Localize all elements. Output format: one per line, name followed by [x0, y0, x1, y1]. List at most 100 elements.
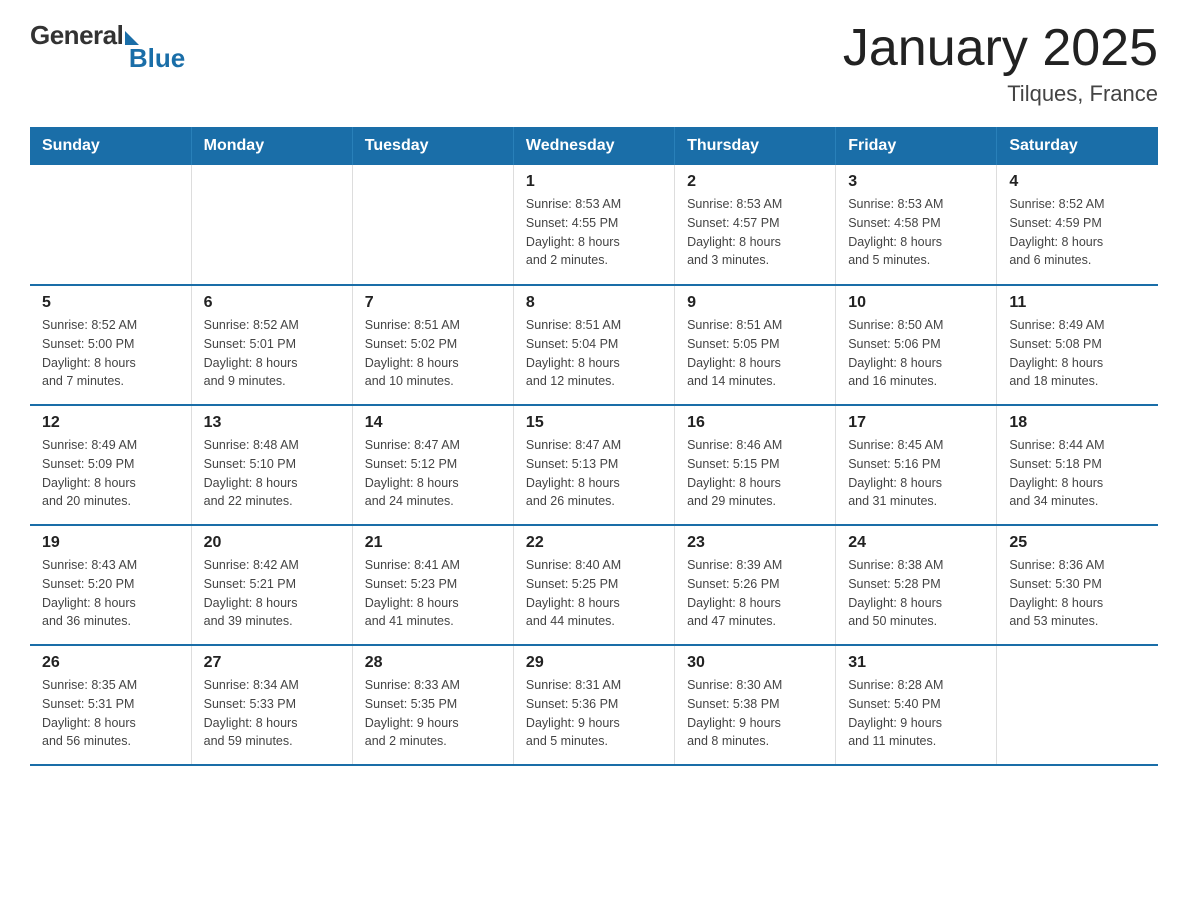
calendar-cell: 16 Sunrise: 8:46 AM Sunset: 5:15 PM Dayli…: [675, 405, 836, 525]
calendar-cell: 2 Sunrise: 8:53 AM Sunset: 4:57 PM Daylig…: [675, 165, 836, 285]
calendar-cell: [30, 165, 191, 285]
day-info: Sunrise: 8:46 AM Sunset: 5:15 PM Dayligh…: [687, 436, 823, 511]
day-info: Sunrise: 8:50 AM Sunset: 5:06 PM Dayligh…: [848, 316, 984, 391]
calendar-cell: 6Sunrise: 8:52 AM Sunset: 5:01 PM Daylig…: [191, 285, 352, 405]
calendar-cell: 12Sunrise: 8:49 AM Sunset: 5:09 PM Dayli…: [30, 405, 191, 525]
calendar-cell: 17 Sunrise: 8:45 AM Sunset: 5:16 PM Dayli…: [836, 405, 997, 525]
calendar-cell: 18 Sunrise: 8:44 AM Sunset: 5:18 PM Dayli…: [997, 405, 1158, 525]
calendar-cell: 4 Sunrise: 8:52 AM Sunset: 4:59 PM Daylig…: [997, 165, 1158, 285]
day-number: 17: [848, 414, 984, 432]
calendar-cell: 22 Sunrise: 8:40 AM Sunset: 5:25 PM Dayli…: [513, 525, 674, 645]
calendar-cell: 26Sunrise: 8:35 AM Sunset: 5:31 PM Dayli…: [30, 645, 191, 765]
calendar-cell: 3Sunrise: 8:53 AM Sunset: 4:58 PM Daylig…: [836, 165, 997, 285]
calendar-cell: 8Sunrise: 8:51 AM Sunset: 5:04 PM Daylig…: [513, 285, 674, 405]
day-number: 23: [687, 534, 823, 552]
calendar-cell: 21Sunrise: 8:41 AM Sunset: 5:23 PM Dayli…: [352, 525, 513, 645]
day-info: Sunrise: 8:44 AM Sunset: 5:18 PM Dayligh…: [1009, 436, 1146, 511]
calendar-cell: 29 Sunrise: 8:31 AM Sunset: 5:36 PM Dayli…: [513, 645, 674, 765]
calendar-cell: 30 Sunrise: 8:30 AM Sunset: 5:38 PM Dayli…: [675, 645, 836, 765]
title-section: January 2025 Tilques, France: [843, 20, 1158, 107]
page-header: General General Blue January 2025 Tilque…: [30, 20, 1158, 107]
day-number: 22: [526, 534, 662, 552]
day-number: 28: [365, 654, 501, 672]
calendar-cell: 1 Sunrise: 8:53 AM Sunset: 4:55 PM Daylig…: [513, 165, 674, 285]
day-info: Sunrise: 8:43 AM Sunset: 5:20 PM Dayligh…: [42, 556, 179, 631]
calendar-cell: 20Sunrise: 8:42 AM Sunset: 5:21 PM Dayli…: [191, 525, 352, 645]
calendar-cell: 7 Sunrise: 8:51 AM Sunset: 5:02 PM Daylig…: [352, 285, 513, 405]
day-number: 30: [687, 654, 823, 672]
day-number: 10: [848, 294, 984, 312]
day-info: Sunrise: 8:42 AM Sunset: 5:21 PM Dayligh…: [204, 556, 340, 631]
day-info: Sunrise: 8:53 AM Sunset: 4:58 PM Dayligh…: [848, 195, 984, 270]
calendar-cell: 9 Sunrise: 8:51 AM Sunset: 5:05 PM Daylig…: [675, 285, 836, 405]
day-info: Sunrise: 8:30 AM Sunset: 5:38 PM Dayligh…: [687, 676, 823, 751]
location-label: Tilques, France: [843, 81, 1158, 107]
day-number: 9: [687, 294, 823, 312]
day-info: Sunrise: 8:47 AM Sunset: 5:13 PM Dayligh…: [526, 436, 662, 511]
day-info: Sunrise: 8:34 AM Sunset: 5:33 PM Dayligh…: [204, 676, 340, 751]
day-info: Sunrise: 8:52 AM Sunset: 5:01 PM Dayligh…: [204, 316, 340, 391]
day-number: 24: [848, 534, 984, 552]
day-number: 7: [365, 294, 501, 312]
day-number: 14: [365, 414, 501, 432]
calendar-cell: 11Sunrise: 8:49 AM Sunset: 5:08 PM Dayli…: [997, 285, 1158, 405]
day-number: 25: [1009, 534, 1146, 552]
calendar-cell: [191, 165, 352, 285]
calendar-week-row: 19 Sunrise: 8:43 AM Sunset: 5:20 PM Dayli…: [30, 525, 1158, 645]
calendar-cell: 23Sunrise: 8:39 AM Sunset: 5:26 PM Dayli…: [675, 525, 836, 645]
day-number: 31: [848, 654, 984, 672]
calendar-week-row: 1 Sunrise: 8:53 AM Sunset: 4:55 PM Daylig…: [30, 165, 1158, 285]
day-info: Sunrise: 8:52 AM Sunset: 4:59 PM Dayligh…: [1009, 195, 1146, 270]
day-number: 13: [204, 414, 340, 432]
day-number: 27: [204, 654, 340, 672]
day-number: 12: [42, 414, 179, 432]
day-info: Sunrise: 8:53 AM Sunset: 4:57 PM Dayligh…: [687, 195, 823, 270]
calendar-week-row: 12Sunrise: 8:49 AM Sunset: 5:09 PM Dayli…: [30, 405, 1158, 525]
calendar-cell: 24Sunrise: 8:38 AM Sunset: 5:28 PM Dayli…: [836, 525, 997, 645]
day-number: 4: [1009, 173, 1146, 191]
day-number: 5: [42, 294, 179, 312]
day-info: Sunrise: 8:51 AM Sunset: 5:04 PM Dayligh…: [526, 316, 662, 391]
calendar-cell: 5 Sunrise: 8:52 AM Sunset: 5:00 PM Daylig…: [30, 285, 191, 405]
calendar-cell: 19 Sunrise: 8:43 AM Sunset: 5:20 PM Dayli…: [30, 525, 191, 645]
calendar-cell: 27 Sunrise: 8:34 AM Sunset: 5:33 PM Dayli…: [191, 645, 352, 765]
column-header-sunday: Sunday: [30, 127, 191, 165]
month-title: January 2025: [843, 20, 1158, 77]
day-number: 19: [42, 534, 179, 552]
calendar-week-row: 26Sunrise: 8:35 AM Sunset: 5:31 PM Dayli…: [30, 645, 1158, 765]
day-number: 2: [687, 173, 823, 191]
column-header-wednesday: Wednesday: [513, 127, 674, 165]
calendar-cell: [352, 165, 513, 285]
day-number: 26: [42, 654, 179, 672]
column-header-tuesday: Tuesday: [352, 127, 513, 165]
day-info: Sunrise: 8:53 AM Sunset: 4:55 PM Dayligh…: [526, 195, 662, 270]
calendar-cell: 15 Sunrise: 8:47 AM Sunset: 5:13 PM Dayli…: [513, 405, 674, 525]
day-info: Sunrise: 8:28 AM Sunset: 5:40 PM Dayligh…: [848, 676, 984, 751]
day-number: 11: [1009, 294, 1146, 312]
logo: General General Blue: [30, 20, 185, 76]
day-info: Sunrise: 8:47 AM Sunset: 5:12 PM Dayligh…: [365, 436, 501, 511]
day-info: Sunrise: 8:41 AM Sunset: 5:23 PM Dayligh…: [365, 556, 501, 631]
column-header-friday: Friday: [836, 127, 997, 165]
day-number: 15: [526, 414, 662, 432]
day-number: 29: [526, 654, 662, 672]
calendar-cell: 25 Sunrise: 8:36 AM Sunset: 5:30 PM Dayli…: [997, 525, 1158, 645]
day-info: Sunrise: 8:40 AM Sunset: 5:25 PM Dayligh…: [526, 556, 662, 631]
day-info: Sunrise: 8:51 AM Sunset: 5:02 PM Dayligh…: [365, 316, 501, 391]
calendar-week-row: 5 Sunrise: 8:52 AM Sunset: 5:00 PM Daylig…: [30, 285, 1158, 405]
day-number: 1: [526, 173, 662, 191]
day-number: 18: [1009, 414, 1146, 432]
day-info: Sunrise: 8:36 AM Sunset: 5:30 PM Dayligh…: [1009, 556, 1146, 631]
day-info: Sunrise: 8:48 AM Sunset: 5:10 PM Dayligh…: [204, 436, 340, 511]
day-info: Sunrise: 8:45 AM Sunset: 5:16 PM Dayligh…: [848, 436, 984, 511]
calendar-cell: 13 Sunrise: 8:48 AM Sunset: 5:10 PM Dayli…: [191, 405, 352, 525]
day-info: Sunrise: 8:51 AM Sunset: 5:05 PM Dayligh…: [687, 316, 823, 391]
calendar-cell: 14 Sunrise: 8:47 AM Sunset: 5:12 PM Dayli…: [352, 405, 513, 525]
day-info: Sunrise: 8:52 AM Sunset: 5:00 PM Dayligh…: [42, 316, 179, 391]
column-header-saturday: Saturday: [997, 127, 1158, 165]
calendar-table: SundayMondayTuesdayWednesdayThursdayFrid…: [30, 127, 1158, 766]
column-header-thursday: Thursday: [675, 127, 836, 165]
day-info: Sunrise: 8:31 AM Sunset: 5:36 PM Dayligh…: [526, 676, 662, 751]
day-number: 16: [687, 414, 823, 432]
calendar-cell: 28Sunrise: 8:33 AM Sunset: 5:35 PM Dayli…: [352, 645, 513, 765]
